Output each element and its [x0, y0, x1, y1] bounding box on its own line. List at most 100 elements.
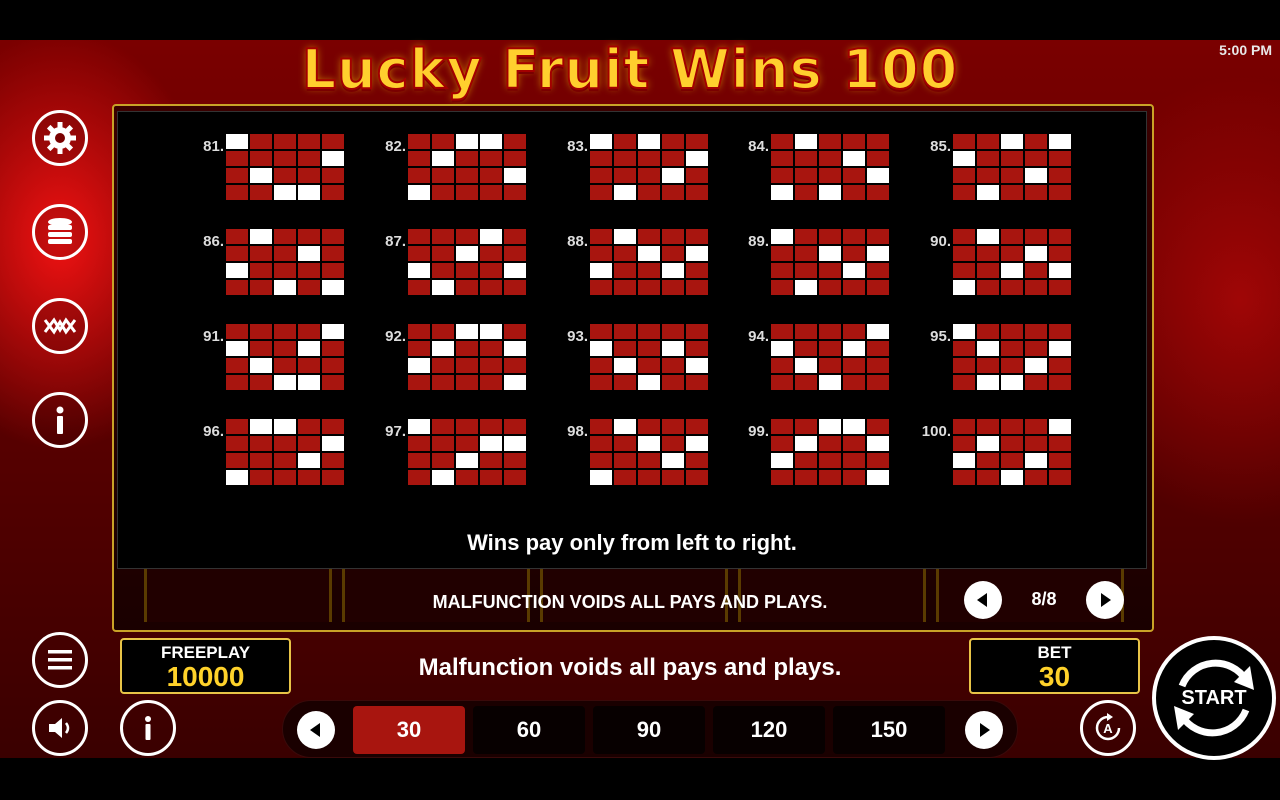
- payline-cell-active: [795, 280, 817, 295]
- payline-item: 85.: [930, 134, 1123, 204]
- autoplay-button[interactable]: A: [1080, 700, 1136, 756]
- payline-cell: [843, 375, 865, 390]
- payline-number: 82.: [385, 138, 406, 155]
- payline-cell: [298, 263, 320, 278]
- payline-cell: [1001, 151, 1023, 166]
- payline-cell: [408, 168, 430, 183]
- payline-cell: [250, 375, 272, 390]
- payline-item: 100.: [922, 419, 1123, 489]
- payline-cell: [819, 134, 841, 149]
- bet-option-150[interactable]: 150: [833, 706, 945, 754]
- payline-cell: [322, 358, 344, 373]
- payline-cell: [322, 263, 344, 278]
- payline-cell-active: [819, 185, 841, 200]
- payline-cell: [480, 280, 502, 295]
- payline-cell: [771, 263, 793, 278]
- payline-cell: [504, 419, 526, 434]
- payline-cell: [590, 151, 612, 166]
- coins-button[interactable]: [32, 204, 88, 260]
- paylines-button[interactable]: [32, 298, 88, 354]
- payline-cell-active: [614, 358, 636, 373]
- chevron-right-icon: [980, 723, 990, 737]
- payline-cell: [250, 151, 272, 166]
- payline-cell: [795, 375, 817, 390]
- payline-cell: [1049, 151, 1071, 166]
- payline-cell-active: [1025, 168, 1047, 183]
- menu-button[interactable]: [32, 632, 88, 688]
- payline-cell-active: [867, 470, 889, 485]
- payline-cell: [432, 185, 454, 200]
- payline-cell: [1049, 324, 1071, 339]
- bet-option-30[interactable]: 30: [353, 706, 465, 754]
- payline-cell-active: [226, 134, 248, 149]
- freeplay-box: FREEPLAY 10000: [120, 638, 291, 694]
- bet-option-90[interactable]: 90: [593, 706, 705, 754]
- payline-cell: [614, 453, 636, 468]
- payline-cell-active: [614, 229, 636, 244]
- payline-cell-active: [480, 436, 502, 451]
- payline-cell: [638, 168, 660, 183]
- payline-cell-active: [408, 263, 430, 278]
- payline-pattern: [408, 134, 526, 200]
- payline-cell: [322, 341, 344, 356]
- payline-cell: [590, 246, 612, 261]
- payline-cell: [686, 324, 708, 339]
- payline-cell-active: [819, 246, 841, 261]
- payline-cell: [250, 134, 272, 149]
- payline-cell: [686, 168, 708, 183]
- sound-button[interactable]: [32, 700, 88, 756]
- payline-item: 96.: [203, 419, 396, 489]
- payline-cell: [1001, 280, 1023, 295]
- payline-item: 91.: [203, 324, 396, 394]
- bet-next-button[interactable]: [965, 711, 1003, 749]
- payline-cell: [867, 229, 889, 244]
- payline-cell: [867, 358, 889, 373]
- payline-number: 93.: [567, 328, 588, 345]
- payline-cell: [819, 358, 841, 373]
- payline-cell: [977, 151, 999, 166]
- payline-cell: [298, 436, 320, 451]
- info-button[interactable]: [32, 392, 88, 448]
- bet-option-60[interactable]: 60: [473, 706, 585, 754]
- payline-cell: [953, 470, 975, 485]
- payline-cell-active: [250, 168, 272, 183]
- payline-cell: [819, 229, 841, 244]
- payline-cell-active: [408, 358, 430, 373]
- bet-option-120[interactable]: 120: [713, 706, 825, 754]
- payline-cell: [953, 229, 975, 244]
- payline-item: 90.: [930, 229, 1123, 299]
- payline-cell: [1049, 185, 1071, 200]
- start-button[interactable]: START: [1152, 636, 1276, 760]
- payline-cell: [977, 263, 999, 278]
- payline-cell: [638, 229, 660, 244]
- bet-prev-button[interactable]: [297, 711, 335, 749]
- payline-cell: [504, 453, 526, 468]
- payline-cell: [795, 324, 817, 339]
- payline-number: 81.: [203, 138, 224, 155]
- prev-page-button[interactable]: [964, 581, 1002, 619]
- payline-cell: [1001, 229, 1023, 244]
- payline-cell-active: [614, 185, 636, 200]
- payline-cell-active: [298, 341, 320, 356]
- payline-cell: [480, 151, 502, 166]
- payline-cell: [1025, 280, 1047, 295]
- next-page-button[interactable]: [1086, 581, 1124, 619]
- payline-cell: [795, 470, 817, 485]
- payline-cell: [408, 324, 430, 339]
- payline-cell: [771, 151, 793, 166]
- payline-cell-active: [590, 341, 612, 356]
- payline-cell: [614, 436, 636, 451]
- payline-cell: [614, 341, 636, 356]
- payline-cell: [274, 341, 296, 356]
- help-info-button[interactable]: [120, 700, 176, 756]
- settings-button[interactable]: [32, 110, 88, 166]
- payline-cell: [977, 324, 999, 339]
- payline-cell: [686, 453, 708, 468]
- payline-cell-active: [274, 375, 296, 390]
- payline-cell: [795, 185, 817, 200]
- payline-number: 94.: [748, 328, 769, 345]
- payline-cell: [662, 419, 684, 434]
- payline-number: 91.: [203, 328, 224, 345]
- payline-cell: [662, 324, 684, 339]
- payline-pattern: [590, 324, 708, 390]
